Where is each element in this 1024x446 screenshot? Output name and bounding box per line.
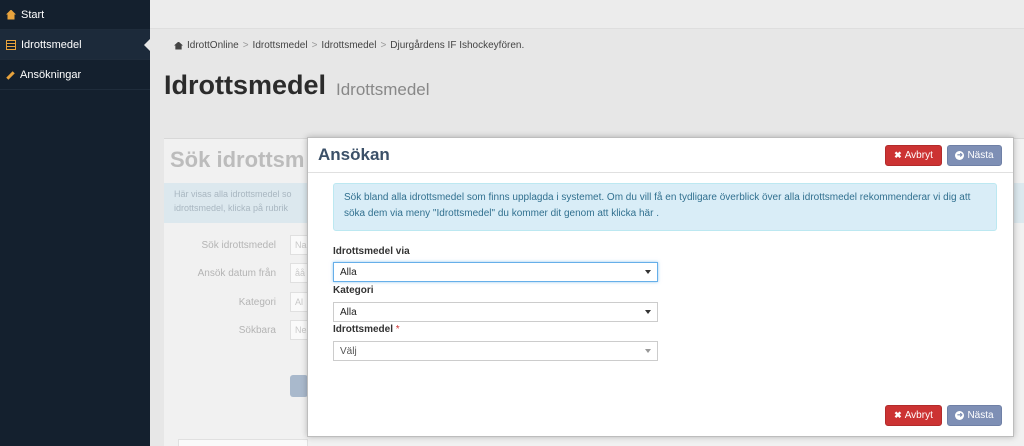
- breadcrumb: IdrottOnline > Idrottsmedel > Idrottsmed…: [174, 40, 524, 51]
- arrow-right-circle-icon: ➜: [955, 411, 965, 420]
- arrow-right-circle-icon: ➜: [955, 151, 965, 160]
- field-label-idrottsmedel: Idrottsmedel *: [333, 324, 400, 335]
- pencil-icon: [6, 71, 15, 80]
- results-area: [178, 439, 308, 446]
- close-icon: ✖: [894, 410, 902, 420]
- close-icon: ✖: [894, 150, 902, 160]
- chevron-down-icon: [645, 349, 651, 353]
- info-alert: Sök bland alla idrottsmedel som finns up…: [333, 183, 997, 231]
- search-button[interactable]: [290, 375, 308, 397]
- search-panel-title: Sök idrottsm: [170, 147, 305, 172]
- field-label-idrottsmedel-via: Idrottsmedel via: [333, 246, 410, 257]
- idrottsmedel-select[interactable]: Välj: [333, 341, 658, 361]
- breadcrumb-separator: >: [380, 40, 387, 51]
- sidebar-item-ansokningar[interactable]: Ansökningar: [0, 60, 150, 90]
- page-subtitle: Idrottsmedel: [336, 80, 430, 99]
- cancel-button-label: Avbryt: [904, 410, 933, 421]
- sidebar-item-label: Start: [21, 8, 45, 21]
- sidebar: Start Idrottsmedel Ansökningar: [0, 0, 150, 446]
- kategori-select[interactable]: Alla: [333, 302, 658, 322]
- searchable-label: Sökbara: [238, 325, 276, 336]
- sidebar-item-idrottsmedel[interactable]: Idrottsmedel: [0, 30, 150, 60]
- next-button-footer[interactable]: ➜ Nästa: [947, 405, 1002, 426]
- home-icon: [6, 9, 16, 20]
- chevron-down-icon: [645, 270, 651, 274]
- home-icon[interactable]: [174, 41, 183, 50]
- application-modal: Ansökan ✖ Avbryt ➜ Nästa Sök bland alla …: [307, 137, 1014, 437]
- cancel-button-label: Avbryt: [904, 150, 933, 161]
- breadcrumb-item[interactable]: IdrottOnline: [187, 40, 239, 51]
- next-button-label: Nästa: [967, 150, 994, 161]
- category-label: Kategori: [238, 297, 276, 308]
- date-from-label: Ansök datum från: [197, 268, 276, 279]
- field-label-kategori: Kategori: [333, 285, 374, 296]
- top-bar: [150, 0, 1024, 29]
- breadcrumb-item[interactable]: Idrottsmedel: [253, 40, 308, 51]
- cancel-button[interactable]: ✖ Avbryt: [885, 145, 942, 166]
- modal-title: Ansökan: [318, 145, 390, 164]
- next-button[interactable]: ➜ Nästa: [947, 145, 1002, 166]
- breadcrumb-item: Djurgårdens IF Ishockeyfören.: [390, 40, 525, 51]
- info-alert-text: Sök bland alla idrottsmedel som finns up…: [344, 192, 971, 219]
- idrottsmedel-via-select[interactable]: Alla: [333, 262, 658, 282]
- breadcrumb-separator: >: [242, 40, 249, 51]
- page-title: Idrottsmedel: [164, 70, 327, 100]
- breadcrumb-separator: >: [311, 40, 318, 51]
- info-line: Här visas alla idrottsmedel so: [174, 189, 292, 199]
- modal-header: Ansökan ✖ Avbryt ➜ Nästa: [308, 138, 1013, 173]
- search-label: Sök idrottsmedel: [201, 240, 276, 251]
- cancel-button-footer[interactable]: ✖ Avbryt: [885, 405, 942, 426]
- table-icon: [6, 39, 16, 50]
- breadcrumb-item[interactable]: Idrottsmedel: [321, 40, 376, 51]
- chevron-down-icon: [645, 310, 651, 314]
- sidebar-item-label: Idrottsmedel: [21, 38, 82, 51]
- sidebar-item-start[interactable]: Start: [0, 0, 150, 30]
- next-button-label: Nästa: [967, 410, 994, 421]
- info-line: idrottsmedel, klicka på rubrik: [174, 203, 289, 213]
- sidebar-item-label: Ansökningar: [20, 68, 82, 81]
- required-marker: *: [395, 324, 400, 335]
